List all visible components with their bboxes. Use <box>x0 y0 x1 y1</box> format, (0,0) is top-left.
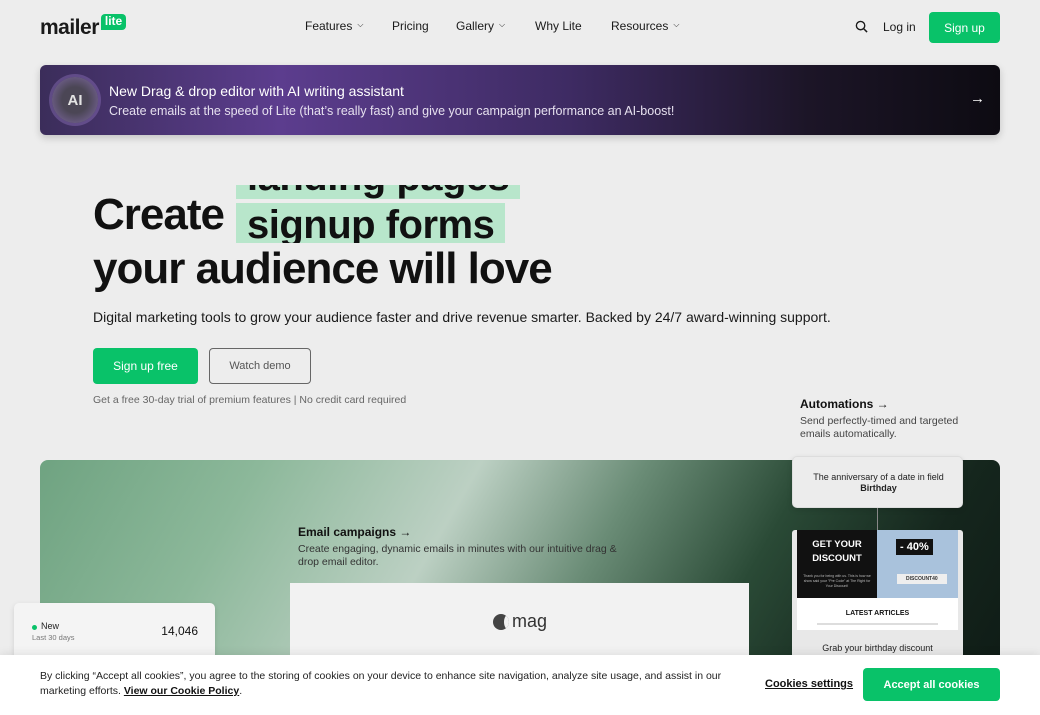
mag-logo-text: mag <box>512 611 548 631</box>
trigger-text: The anniversary of a date in field Birth… <box>803 472 954 494</box>
cookie-consent-bar: By clicking “Accept all cookies”, you ag… <box>0 655 1040 715</box>
email-caption: Grab your birthday discount <box>822 643 933 653</box>
top-navigation: mailer lite Features ⌵ Pricing Gallery ⌵ W… <box>0 0 1040 54</box>
hero-rotating-words: landing pages signup forms <box>236 185 546 243</box>
ai-badge-icon: AI <box>52 77 98 123</box>
automations-description: Send perfectly-timed and targeted emails… <box>800 415 959 440</box>
ai-announcement-banner[interactable]: AI New Drag & drop editor with AI writin… <box>40 65 1000 135</box>
nav-item-label: Features <box>305 19 353 33</box>
nav-item-label: Gallery <box>456 19 495 33</box>
trigger-field: Birthday <box>860 483 897 493</box>
hero-heading-create: Create <box>93 190 225 239</box>
email-campaigns-link[interactable]: Email campaigns → <box>298 525 411 539</box>
automations-link[interactable]: Automations → <box>800 397 889 411</box>
nav-item-label: Resources <box>611 19 669 33</box>
email-small-text: Thank you for being with us. This is how… <box>803 574 871 588</box>
search-icon[interactable] <box>855 20 868 33</box>
stats-label: New <box>41 621 60 631</box>
accept-cookies-button[interactable]: Accept all cookies <box>863 668 1000 701</box>
watch-demo-button[interactable]: Watch demo <box>209 348 311 384</box>
automation-trigger-card: The anniversary of a date in field Birth… <box>792 456 963 508</box>
trial-note: Get a free 30-day trial of premium featu… <box>93 394 407 406</box>
nav-item-features[interactable]: Features ⌵ <box>305 19 392 33</box>
stats-value: 14,046 <box>161 624 198 638</box>
arrow-right-icon[interactable]: → <box>970 90 985 107</box>
banner-subtitle: Create emails at the speed of Lite (that… <box>109 104 675 118</box>
hero-description: Digital marketing tools to grow your aud… <box>93 309 831 325</box>
cookie-policy-link[interactable]: View our Cookie Policy <box>124 685 239 697</box>
nav-item-why-lite[interactable]: Why Lite <box>535 19 611 33</box>
email-offer-panel: - 40% DISCOUNT40 <box>877 530 958 598</box>
chevron-down-icon: ⌵ <box>499 20 506 29</box>
latest-articles-section: LATEST ARTICLES <box>797 598 958 630</box>
email-campaigns-description: Create engaging, dynamic emails in minut… <box>298 543 617 568</box>
subscribers-stats-card: New Last 30 days 14,046 <box>14 603 215 663</box>
cookie-text: By clicking “Accept all cookies”, you ag… <box>40 670 722 697</box>
trigger-text-main: The anniversary of a date in field <box>813 472 944 482</box>
email-discount-panel: GET YOUR DISCOUNT Thank you for being wi… <box>797 530 877 598</box>
chevron-down-icon: ⌵ <box>357 20 364 29</box>
mag-logo-icon <box>493 613 509 630</box>
cookie-settings-button[interactable]: Cookies settings <box>765 678 853 690</box>
nav-item-resources[interactable]: Resources ⌵ <box>611 19 679 33</box>
logo-badge: lite <box>100 14 127 30</box>
nav-links: Features ⌵ Pricing Gallery ⌵ Why Lite Reso… <box>305 19 679 33</box>
discount-code: DISCOUNT40 <box>897 574 947 584</box>
login-link[interactable]: Log in <box>883 20 916 34</box>
rotating-word: landing pages <box>236 185 521 199</box>
banner-title: New Drag & drop editor with AI writing a… <box>109 83 404 99</box>
stats-period: Last 30 days <box>32 633 75 642</box>
nav-item-label: Pricing <box>392 19 429 33</box>
latest-articles-title: LATEST ARTICLES <box>845 610 910 617</box>
nav-item-pricing[interactable]: Pricing <box>392 19 456 33</box>
latest-articles-line <box>817 623 938 625</box>
rotating-word: signup forms <box>236 203 506 243</box>
discount-badge: - 40% <box>896 539 933 555</box>
status-dot-icon <box>32 625 37 630</box>
nav-item-gallery[interactable]: Gallery ⌵ <box>456 19 535 33</box>
mag-logo: mag <box>493 611 547 632</box>
mailerlite-logo[interactable]: mailer lite <box>40 14 127 39</box>
workflow-connector <box>877 508 878 530</box>
nav-item-label: Why Lite <box>535 19 582 33</box>
hero-heading-line2: your audience will love <box>93 244 553 293</box>
signup-button[interactable]: Sign up <box>929 12 1000 43</box>
email-headline: GET YOUR DISCOUNT <box>812 539 862 564</box>
signup-free-button[interactable]: Sign up free <box>93 348 198 384</box>
chevron-down-icon: ⌵ <box>673 20 680 29</box>
logo-text: mailer <box>40 16 99 39</box>
